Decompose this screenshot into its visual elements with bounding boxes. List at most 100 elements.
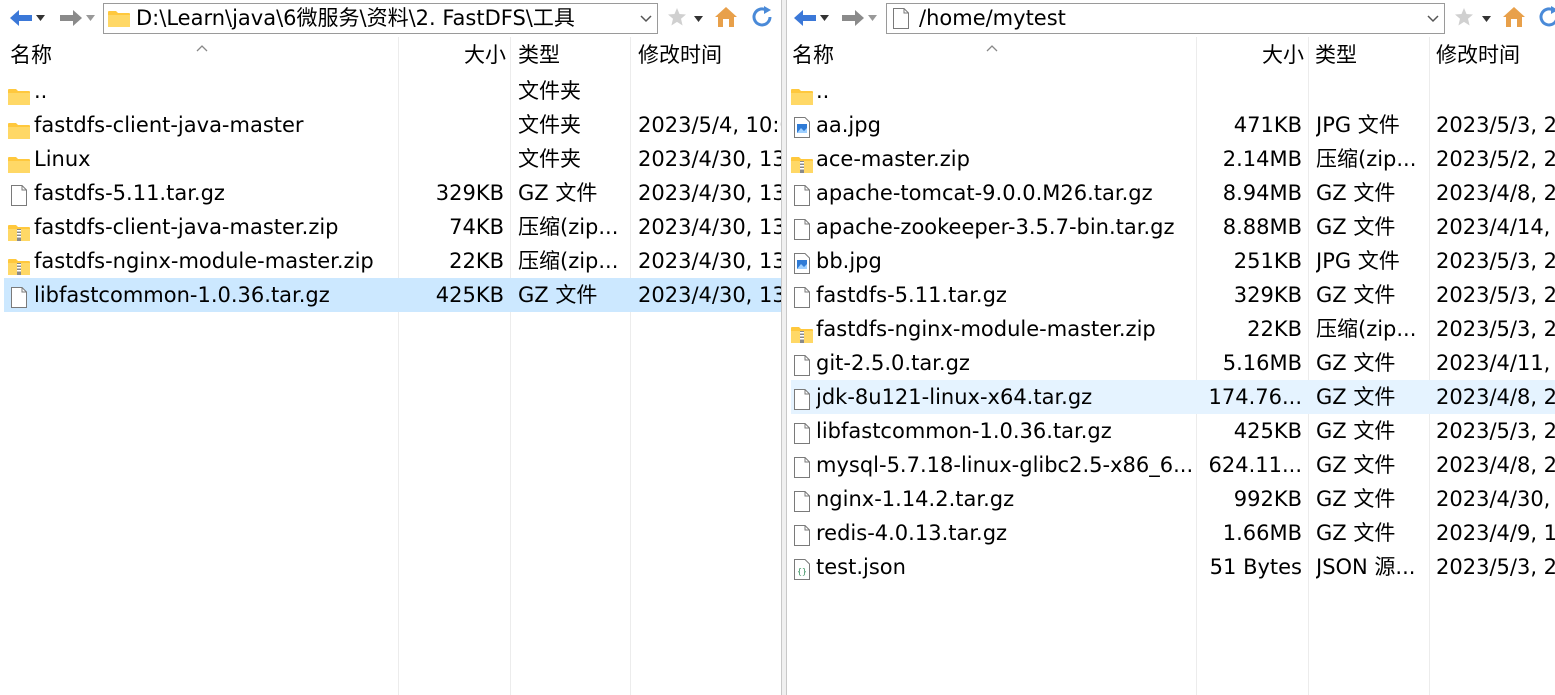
- home-icon[interactable]: [1502, 6, 1526, 28]
- file-name: apache-zookeeper-3.5.7-bin.tar.gz: [816, 215, 1175, 239]
- file-name: fastdfs-client-java-master: [34, 113, 304, 137]
- file-row[interactable]: mysql-5.7.18-linux-glibc2.5-x86_6... 624.…: [791, 448, 1555, 482]
- column-name[interactable]: 名称: [792, 37, 834, 74]
- file-size: 425KB: [435, 283, 504, 307]
- file-type: GZ 文件: [1316, 419, 1396, 443]
- file-type: GZ 文件: [1316, 181, 1396, 205]
- file-modified: 2023/5/3, 2: [1436, 555, 1555, 579]
- file-name: fastdfs-5.11.tar.gz: [816, 283, 1007, 307]
- chevron-down-icon[interactable]: [1422, 4, 1444, 33]
- file-name: mysql-5.7.18-linux-glibc2.5-x86_6...: [816, 453, 1194, 477]
- file-size: 5.16MB: [1222, 351, 1302, 375]
- file-row[interactable]: {} test.json 51 Bytes JSON 源... 2023/5/3, 2: [791, 550, 1555, 584]
- address-bar[interactable]: /home/mytest: [886, 3, 1445, 34]
- file-name: bb.jpg: [816, 249, 882, 273]
- file-modified: 2023/5/3, 2: [1436, 317, 1555, 341]
- file-type: GZ 文件: [1316, 453, 1396, 477]
- chevron-down-icon[interactable]: [868, 14, 877, 23]
- file-row[interactable]: aa.jpg 471KB JPG 文件 2023/5/3, 2: [791, 108, 1555, 142]
- file-row[interactable]: apache-zookeeper-3.5.7-bin.tar.gz 8.88MB G…: [791, 210, 1555, 244]
- column-modified[interactable]: 修改时间: [638, 37, 722, 74]
- local-pane: D:\Learn\java\6微服务\资料\2. FastDFS\工具 名称 大…: [0, 0, 781, 695]
- file-modified: 2023/4/9, 1: [1436, 521, 1555, 545]
- remote-pane: /home/mytest 名称 大小 类型 修改时间 .. aa.jpg 471KB…: [787, 0, 1555, 695]
- chevron-down-icon[interactable]: [1482, 14, 1491, 23]
- file-name: ace-master.zip: [816, 147, 970, 171]
- chevron-down-icon[interactable]: [635, 4, 657, 33]
- file-name: Linux: [34, 147, 91, 171]
- json-icon: {}: [794, 556, 810, 590]
- file-row[interactable]: fastdfs-client-java-master.zip 74KB 压缩(zip…: [4, 210, 781, 244]
- file-name: redis-4.0.13.tar.gz: [816, 521, 1008, 545]
- file-size: 22KB: [449, 249, 504, 273]
- forward-button[interactable]: [58, 6, 95, 30]
- local-toolbar: D:\Learn\java\6微服务\资料\2. FastDFS\工具: [0, 0, 781, 37]
- file-type: GZ 文件: [518, 181, 598, 205]
- file-row[interactable]: libfastcommon-1.0.36.tar.gz 425KB GZ 文件 202…: [4, 278, 781, 312]
- column-modified[interactable]: 修改时间: [1436, 37, 1520, 74]
- file-row[interactable]: bb.jpg 251KB JPG 文件 2023/5/3, 2: [791, 244, 1555, 278]
- file-modified: 2023/5/2, 2: [1436, 147, 1555, 171]
- file-row[interactable]: fastdfs-5.11.tar.gz 329KB GZ 文件 2023/4/30, …: [4, 176, 781, 210]
- chevron-down-icon[interactable]: [36, 14, 45, 23]
- file-row[interactable]: fastdfs-nginx-module-master.zip 22KB 压缩(zi…: [791, 312, 1555, 346]
- file-modified: 2023/4/30, 13: [638, 249, 781, 273]
- file-row[interactable]: ..: [791, 74, 1555, 108]
- file-row[interactable]: redis-4.0.13.tar.gz 1.66MB GZ 文件 2023/4/9, …: [791, 516, 1555, 550]
- svg-text:{}: {}: [797, 567, 807, 576]
- file-modified: 2023/5/3, 2: [1436, 419, 1555, 443]
- file-modified: 2023/4/30, 13: [638, 215, 781, 239]
- file-row[interactable]: libfastcommon-1.0.36.tar.gz 425KB GZ 文件 202…: [791, 414, 1555, 448]
- chevron-down-icon[interactable]: [694, 14, 703, 23]
- home-icon[interactable]: [714, 6, 738, 28]
- back-button[interactable]: [8, 6, 45, 30]
- forward-button[interactable]: [840, 6, 877, 30]
- file-row[interactable]: fastdfs-nginx-module-master.zip 22KB 压缩(zi…: [4, 244, 781, 278]
- refresh-icon[interactable]: [750, 5, 774, 29]
- chevron-down-icon[interactable]: [820, 14, 829, 23]
- forward-arrow-icon: [58, 8, 84, 28]
- column-size[interactable]: 大小: [400, 37, 506, 74]
- chevron-down-icon[interactable]: [86, 14, 95, 23]
- file-size: 471KB: [1233, 113, 1302, 137]
- bookmark-star-icon[interactable]: [1453, 6, 1475, 28]
- column-name[interactable]: 名称: [10, 37, 52, 74]
- file-modified: 2023/5/4, 10:0: [638, 113, 781, 137]
- file-modified: 2023/4/8, 2: [1436, 385, 1555, 409]
- file-row[interactable]: git-2.5.0.tar.gz 5.16MB GZ 文件 2023/4/11,: [791, 346, 1555, 380]
- file-size: [400, 142, 504, 176]
- file-type: GZ 文件: [1316, 283, 1396, 307]
- file-modified: 2023/4/8, 2: [1436, 181, 1555, 205]
- address-path: D:\Learn\java\6微服务\资料\2. FastDFS\工具: [136, 6, 575, 30]
- column-type[interactable]: 类型: [1315, 37, 1357, 74]
- file-row[interactable]: jdk-8u121-linux-x64.tar.gz 174.76... GZ 文件…: [791, 380, 1555, 414]
- file-row[interactable]: fastdfs-5.11.tar.gz 329KB GZ 文件 2023/5/3, 2: [791, 278, 1555, 312]
- refresh-icon[interactable]: [1537, 5, 1555, 29]
- bookmark-star-icon[interactable]: [666, 6, 688, 28]
- file-row[interactable]: .. 文件夹: [4, 74, 781, 108]
- file-row[interactable]: apache-tomcat-9.0.0.M26.tar.gz 8.94MB GZ 文…: [791, 176, 1555, 210]
- file-size: 1.66MB: [1222, 521, 1302, 545]
- file-row[interactable]: Linux 文件夹 2023/4/30, 13: [4, 142, 781, 176]
- file-size: [1196, 74, 1302, 108]
- sort-ascending-icon: [196, 37, 208, 52]
- file-type: 压缩(zip...: [1316, 147, 1417, 171]
- column-type[interactable]: 类型: [518, 37, 560, 74]
- address-bar[interactable]: D:\Learn\java\6微服务\资料\2. FastDFS\工具: [103, 3, 658, 34]
- file-size: 624.11...: [1208, 453, 1302, 477]
- file-row[interactable]: ace-master.zip 2.14MB 压缩(zip... 2023/5/2, 2: [791, 142, 1555, 176]
- back-button[interactable]: [792, 6, 829, 30]
- file-size: 8.88MB: [1222, 215, 1302, 239]
- file-modified: 2023/5/3, 2: [1436, 249, 1555, 273]
- file-row[interactable]: fastdfs-client-java-master 文件夹 2023/5/4, 1…: [4, 108, 781, 142]
- file-name: fastdfs-nginx-module-master.zip: [34, 249, 374, 273]
- file-modified: [638, 74, 781, 108]
- file-modified: 2023/4/30, 13: [638, 147, 781, 171]
- file-name: fastdfs-5.11.tar.gz: [34, 181, 225, 205]
- file-type: JSON 源...: [1316, 555, 1416, 579]
- column-size[interactable]: 大小: [1197, 37, 1304, 74]
- column-header: 名称 大小 类型 修改时间: [0, 37, 781, 74]
- column-header: 名称 大小 类型 修改时间: [787, 37, 1555, 74]
- file-row[interactable]: nginx-1.14.2.tar.gz 992KB GZ 文件 2023/4/30,: [791, 482, 1555, 516]
- file-size: [400, 108, 504, 142]
